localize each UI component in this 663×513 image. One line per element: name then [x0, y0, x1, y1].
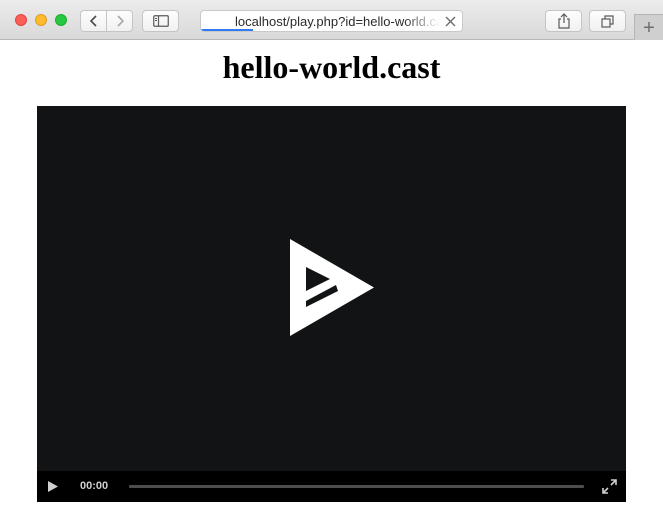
current-time: 00:00: [80, 480, 109, 492]
address-url[interactable]: localhost/play.php?id=hello-world.cast: [235, 14, 440, 30]
close-window-button[interactable]: [15, 14, 27, 26]
play-icon[interactable]: [47, 480, 59, 493]
forward-button[interactable]: [106, 10, 133, 32]
chevron-left-icon: [89, 15, 97, 27]
share-icon: [557, 13, 570, 29]
chevron-right-icon: [116, 15, 124, 27]
zoom-window-button[interactable]: [55, 14, 67, 26]
address-bar[interactable]: localhost/play.php?id=hello-world.cast: [200, 10, 463, 32]
share-button[interactable]: [545, 10, 582, 32]
asciinema-play-logo-icon[interactable]: [290, 239, 374, 336]
browser-window: localhost/play.php?id=hello-world.cast +…: [0, 0, 663, 513]
new-tab-button[interactable]: +: [634, 14, 663, 40]
page-load-progress: [201, 29, 254, 31]
show-tabs-button[interactable]: [589, 10, 626, 32]
browser-toolbar: localhost/play.php?id=hello-world.cast +: [0, 0, 663, 40]
page-title: hello-world.cast: [222, 49, 441, 85]
stop-loading-icon[interactable]: [445, 16, 456, 27]
sidebar-toggle-button[interactable]: [142, 10, 179, 32]
asciinema-player[interactable]: 00:00: [37, 106, 626, 502]
playback-progress-bar[interactable]: [129, 485, 584, 488]
tabs-overview-icon: [600, 14, 614, 28]
fullscreen-icon[interactable]: [602, 479, 617, 494]
sidebar-icon: [152, 15, 169, 27]
player-control-bar: 00:00: [37, 471, 626, 502]
minimize-window-button[interactable]: [35, 14, 47, 26]
back-button[interactable]: [80, 10, 107, 32]
